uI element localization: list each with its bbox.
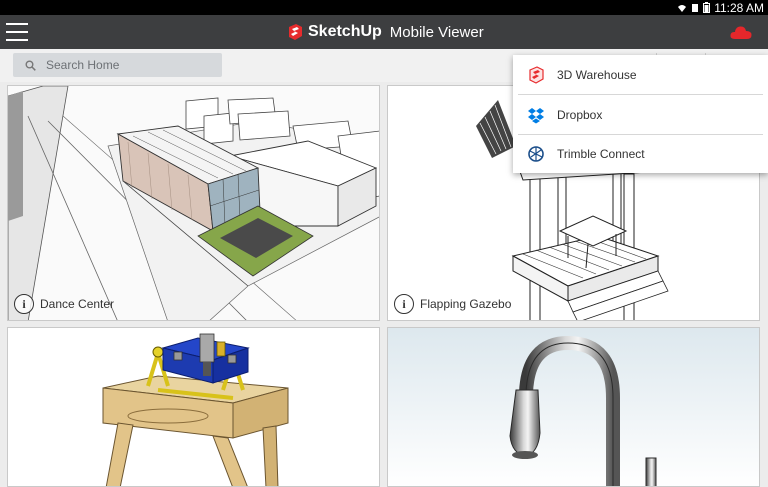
model-thumbnail [8, 328, 379, 486]
menu-item-label: Dropbox [557, 107, 603, 122]
model-thumbnail [388, 328, 759, 486]
model-thumbnail [8, 86, 379, 320]
app-bar: SketchUp Mobile Viewer [0, 15, 768, 49]
brand-subtitle: Mobile Viewer [389, 23, 484, 41]
model-caption: i Flapping Gazebo [394, 294, 511, 314]
battery-icon [703, 2, 711, 13]
model-caption: i Dance Center [14, 294, 114, 314]
cloud-menu: 3D Warehouse Dropbox Trimble Connect [513, 55, 768, 173]
model-title: Flapping Gazebo [420, 297, 512, 311]
model-card[interactable] [7, 327, 380, 487]
wifi-icon [678, 4, 687, 12]
dropbox-icon [528, 107, 544, 123]
brand: SketchUp Mobile Viewer [286, 21, 484, 43]
status-bar: 11:28 AM [0, 0, 768, 15]
sim-icon [692, 3, 699, 12]
info-icon[interactable]: i [14, 294, 34, 314]
3d-warehouse-icon [529, 65, 544, 84]
info-icon[interactable]: i [394, 294, 414, 314]
search-icon [25, 60, 36, 71]
cloud-icon[interactable] [730, 24, 752, 40]
menu-item-trimble-connect[interactable]: Trimble Connect [513, 134, 768, 173]
menu-item-dropbox[interactable]: Dropbox [513, 95, 768, 134]
model-card[interactable] [387, 327, 760, 487]
trimble-connect-icon [528, 145, 544, 162]
menu-icon[interactable] [6, 23, 28, 41]
model-card[interactable]: i Dance Center [7, 85, 380, 321]
model-title: Dance Center [40, 297, 115, 311]
status-time: 11:28 AM [714, 0, 764, 15]
menu-item-3d-warehouse[interactable]: 3D Warehouse [513, 55, 768, 94]
sketchup-logo-icon [289, 24, 302, 40]
search-box[interactable] [13, 53, 222, 77]
brand-name: SketchUp [308, 23, 382, 40]
search-input[interactable] [46, 58, 206, 72]
menu-item-label: 3D Warehouse [557, 67, 637, 82]
menu-item-label: Trimble Connect [557, 146, 645, 161]
